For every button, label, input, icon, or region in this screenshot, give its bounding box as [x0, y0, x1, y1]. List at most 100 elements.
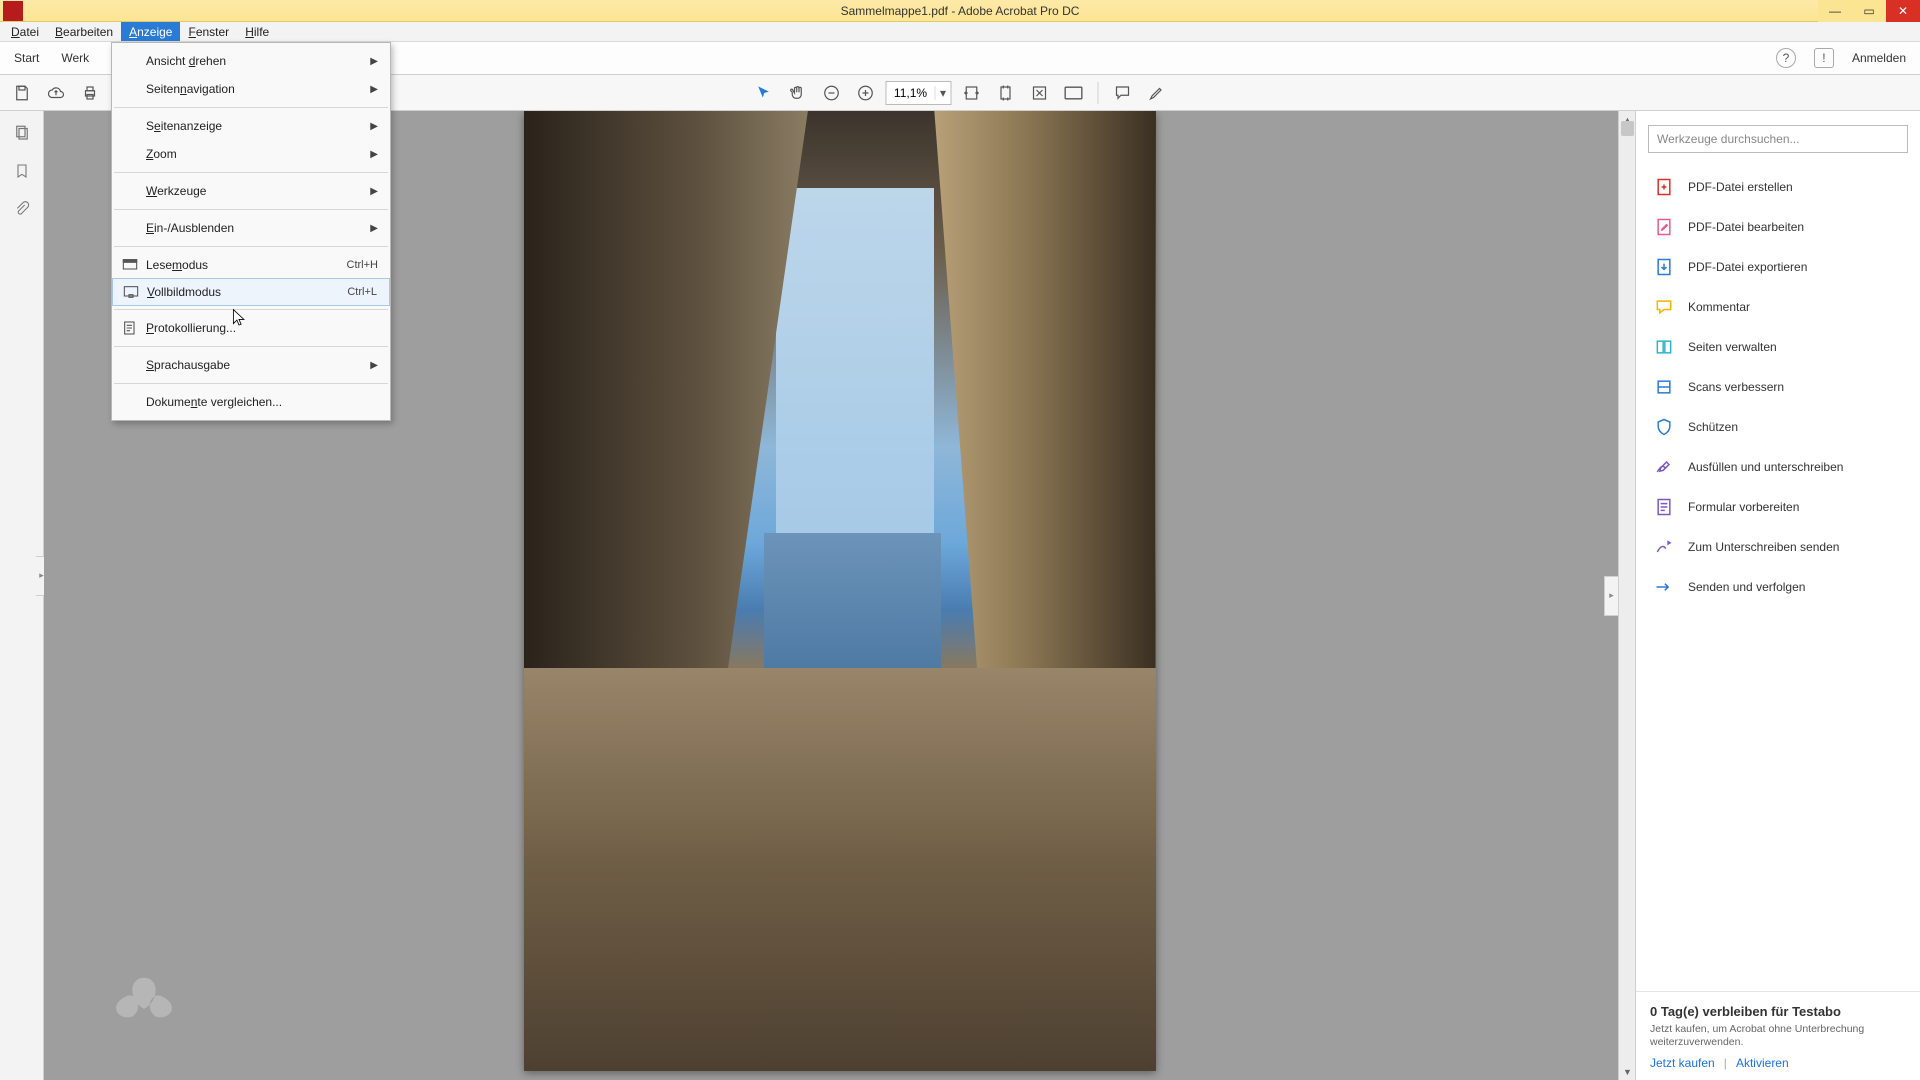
help-icon[interactable]: ?: [1776, 48, 1796, 68]
maximize-button[interactable]: ▭: [1852, 0, 1886, 22]
log-icon: [118, 320, 142, 336]
fit-width-icon[interactable]: [958, 79, 986, 107]
read-icon: [118, 258, 142, 272]
comment-tool-icon[interactable]: [1109, 79, 1137, 107]
menu-item-protokollierung-[interactable]: Protokollierung...: [112, 314, 390, 342]
titlebar: Sammelmappe1.pdf - Adobe Acrobat Pro DC …: [0, 0, 1920, 22]
rightpanel-collapse-icon[interactable]: ▸: [1604, 576, 1618, 616]
zoom-out-icon[interactable]: [818, 79, 846, 107]
menubar: DateiBearbeitenAnzeigeFensterHilfe: [0, 22, 1920, 42]
select-tool-icon[interactable]: [750, 79, 778, 107]
menu-anzeige[interactable]: Anzeige: [121, 22, 180, 41]
fit-visible-icon[interactable]: [1026, 79, 1054, 107]
hand-tool-icon[interactable]: [784, 79, 812, 107]
menu-separator: [114, 107, 388, 108]
thumbnails-icon[interactable]: [12, 123, 32, 143]
vertical-scrollbar[interactable]: ▲ ▼: [1618, 111, 1635, 1080]
trial-title: 0 Tag(e) verbleiben für Testabo: [1650, 1004, 1906, 1019]
menu-hilfe[interactable]: Hilfe: [237, 22, 277, 41]
menu-datei[interactable]: Datei: [3, 22, 47, 41]
pages-icon: [1654, 337, 1674, 357]
watermark-icon: [104, 970, 184, 1040]
menu-item-werkzeuge[interactable]: Werkzeuge▶: [112, 177, 390, 205]
menu-item-ansicht-drehen[interactable]: Ansicht drehen▶: [112, 47, 390, 75]
bookmark-icon[interactable]: [12, 161, 32, 181]
form-icon: [1654, 497, 1674, 517]
menu-item-dokumente-vergleichen-[interactable]: Dokumente vergleichen...: [112, 388, 390, 416]
buy-now-link[interactable]: Jetzt kaufen: [1650, 1056, 1715, 1070]
menu-item-zoom[interactable]: Zoom▶: [112, 140, 390, 168]
menu-item-lesemodus[interactable]: LesemodusCtrl+H: [112, 251, 390, 279]
tool-label: Senden und verfolgen: [1688, 580, 1805, 594]
menu-fenster[interactable]: Fenster: [180, 22, 237, 41]
window-controls: — ▭ ✕: [1818, 0, 1920, 22]
app-icon: [3, 1, 23, 21]
zoom-input[interactable]: [887, 86, 935, 100]
cloud-upload-icon[interactable]: [42, 79, 70, 107]
zoom-in-icon[interactable]: [852, 79, 880, 107]
anzeige-menu: Ansicht drehen▶Seitennavigation▶Seitenan…: [111, 42, 391, 421]
sendsign-icon: [1654, 537, 1674, 557]
notify-icon[interactable]: !: [1814, 48, 1834, 68]
fit-page-icon[interactable]: [992, 79, 1020, 107]
highlight-tool-icon[interactable]: [1143, 79, 1171, 107]
export-icon: [1654, 257, 1674, 277]
close-button[interactable]: ✕: [1886, 0, 1920, 22]
tool-form[interactable]: Formular vorbereiten: [1636, 487, 1920, 527]
trial-links: Jetzt kaufen | Aktivieren: [1650, 1056, 1906, 1070]
page-image: [524, 111, 1156, 1071]
tool-comment[interactable]: Kommentar: [1636, 287, 1920, 327]
trial-subtitle: Jetzt kaufen, um Acrobat ohne Unterbrech…: [1650, 1023, 1906, 1050]
sendtrack-icon: [1654, 577, 1674, 597]
tool-sendtrack[interactable]: Senden und verfolgen: [1636, 567, 1920, 607]
menu-item-sprachausgabe[interactable]: Sprachausgabe▶: [112, 351, 390, 379]
login-link[interactable]: Anmelden: [1852, 51, 1906, 65]
menu-item-seitennavigation[interactable]: Seitennavigation▶: [112, 75, 390, 103]
menu-separator: [114, 209, 388, 210]
submenu-arrow-icon: ▶: [370, 84, 378, 95]
tool-protect[interactable]: Schützen: [1636, 407, 1920, 447]
menu-item-label: Lesemodus: [142, 258, 347, 272]
trial-box: 0 Tag(e) verbleiben für Testabo Jetzt ka…: [1636, 991, 1920, 1080]
menu-separator: [114, 172, 388, 173]
attachment-icon[interactable]: [12, 199, 32, 219]
print-icon[interactable]: [76, 79, 104, 107]
menu-bearbeiten[interactable]: Bearbeiten: [47, 22, 121, 41]
scroll-thumb[interactable]: [1621, 121, 1634, 136]
right-panel: Werkzeuge durchsuchen... PDF-Datei erste…: [1635, 111, 1920, 1080]
read-mode-icon[interactable]: [1060, 79, 1088, 107]
tools-tab[interactable]: Werkzeuge: [61, 51, 89, 65]
start-tab[interactable]: Start: [14, 51, 39, 65]
tool-label: PDF-Datei bearbeiten: [1688, 220, 1804, 234]
tool-pages[interactable]: Seiten verwalten: [1636, 327, 1920, 367]
menu-item-ein-ausblenden[interactable]: Ein-/Ausblenden▶: [112, 214, 390, 242]
search-placeholder: Werkzeuge durchsuchen...: [1657, 132, 1800, 146]
tool-label: Scans verbessern: [1688, 380, 1784, 394]
menu-separator: [114, 383, 388, 384]
tool-label: Seiten verwalten: [1688, 340, 1777, 354]
tools-search-input[interactable]: Werkzeuge durchsuchen...: [1648, 125, 1908, 153]
menu-separator: [114, 346, 388, 347]
submenu-arrow-icon: ▶: [370, 223, 378, 234]
tool-sendsign[interactable]: Zum Unterschreiben senden: [1636, 527, 1920, 567]
activate-link[interactable]: Aktivieren: [1736, 1056, 1789, 1070]
submenu-arrow-icon: ▶: [370, 186, 378, 197]
tool-label: Ausfüllen und unterschreiben: [1688, 460, 1843, 474]
tool-create[interactable]: PDF-Datei erstellen: [1636, 167, 1920, 207]
tool-export[interactable]: PDF-Datei exportieren: [1636, 247, 1920, 287]
tools-list: PDF-Datei erstellen PDF-Datei bearbeiten P…: [1636, 161, 1920, 613]
menu-item-vollbildmodus[interactable]: VollbildmodusCtrl+L: [112, 278, 390, 306]
zoom-dropdown-icon[interactable]: ▾: [935, 86, 951, 100]
minimize-button[interactable]: —: [1818, 0, 1852, 22]
menu-item-label: Zoom: [142, 147, 370, 161]
tool-edit[interactable]: PDF-Datei bearbeiten: [1636, 207, 1920, 247]
tool-label: PDF-Datei exportieren: [1688, 260, 1807, 274]
menu-item-seitenanzeige[interactable]: Seitenanzeige▶: [112, 112, 390, 140]
menu-item-label: Vollbildmodus: [143, 285, 347, 299]
menu-item-label: Seitennavigation: [142, 82, 370, 96]
save-icon[interactable]: [8, 79, 36, 107]
tool-fillsign[interactable]: Ausfüllen und unterschreiben: [1636, 447, 1920, 487]
tool-scan[interactable]: Scans verbessern: [1636, 367, 1920, 407]
zoom-select[interactable]: ▾: [886, 81, 952, 105]
scroll-down-icon[interactable]: ▼: [1619, 1063, 1635, 1080]
